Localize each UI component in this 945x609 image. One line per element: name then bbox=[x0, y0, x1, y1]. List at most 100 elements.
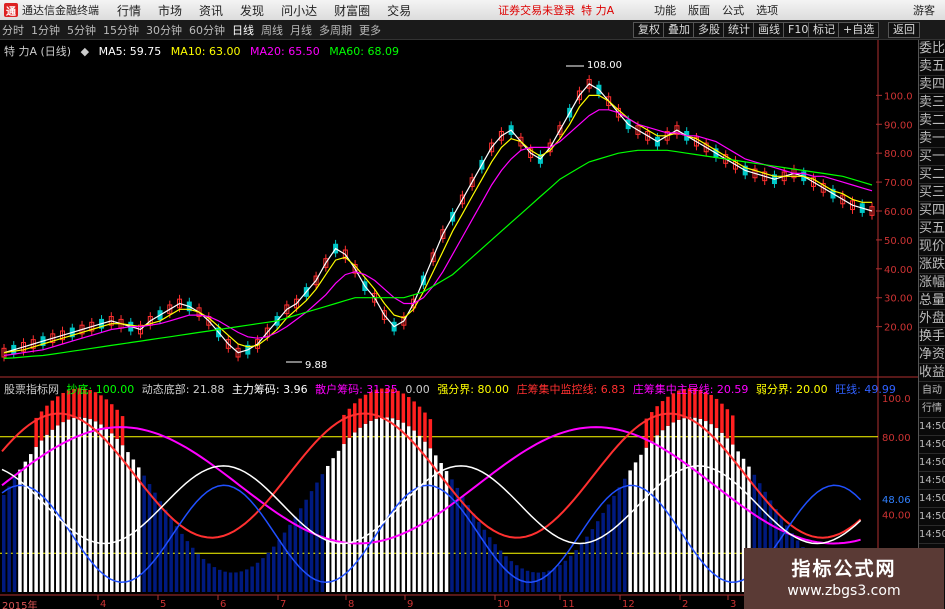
quote-field-label: 涨跌 bbox=[919, 257, 945, 274]
sub-side-label: 14:50 bbox=[919, 472, 945, 490]
chart-area[interactable]: 100.090.0080.0070.0060.0050.0040.0030.00… bbox=[0, 40, 918, 609]
indicator-bar bbox=[326, 465, 330, 592]
menu-options[interactable]: 选项 bbox=[756, 2, 778, 18]
menu-wealth[interactable]: 财富圈 bbox=[334, 2, 370, 19]
sub-side-label: 14:50 bbox=[919, 436, 945, 454]
indicator-name[interactable]: 股票指标网 bbox=[4, 383, 59, 396]
ma60-label: MA60: 68.09 bbox=[329, 45, 399, 58]
indicator-bar bbox=[590, 529, 595, 592]
period-60min[interactable]: 60分钟 bbox=[189, 22, 225, 38]
indicator-bar bbox=[39, 440, 44, 592]
indicator-bar bbox=[677, 419, 681, 592]
date-tick-label: 5 bbox=[160, 599, 166, 609]
date-tick-label: 3 bbox=[730, 599, 736, 609]
indicator-bar bbox=[245, 569, 249, 592]
quote-field-label: 买五 bbox=[919, 221, 945, 238]
menu-function[interactable]: 功能 bbox=[654, 2, 676, 18]
back-button[interactable]: 返回 bbox=[888, 22, 920, 38]
mark-button[interactable]: 标记 bbox=[808, 22, 840, 38]
period-15min[interactable]: 15分钟 bbox=[103, 22, 139, 38]
login-status[interactable]: 证券交易未登录 bbox=[498, 2, 575, 18]
indicator-bar bbox=[390, 418, 395, 592]
app-logo-icon: 通 bbox=[4, 3, 18, 18]
period-monthly[interactable]: 月线 bbox=[290, 22, 312, 38]
indicator-red-bar bbox=[428, 419, 433, 449]
indicator-bar bbox=[2, 495, 6, 592]
indicator-bar bbox=[552, 568, 557, 592]
stock-name: 特 力A bbox=[581, 4, 615, 17]
menu-formula[interactable]: 公式 bbox=[722, 2, 744, 18]
indicator-bar bbox=[671, 422, 676, 592]
indicator-bar bbox=[336, 450, 341, 592]
indicator-bar bbox=[99, 424, 103, 592]
indicator-bar bbox=[693, 417, 697, 592]
indicator-red-bar bbox=[720, 403, 724, 433]
indicator-bar bbox=[736, 451, 740, 592]
indicator-zero: 0.00 bbox=[405, 383, 430, 396]
quote-field-label: 卖三 bbox=[919, 95, 945, 112]
main-chart-legend: 特 力A (日线) ◆ MA5: 59.75 MA10: 63.00 MA20:… bbox=[4, 43, 405, 59]
indicator-bar bbox=[18, 469, 22, 592]
indicator-leading: 庄筹集中主导线: 20.59 bbox=[632, 383, 749, 396]
indicator-bar bbox=[201, 558, 206, 592]
price-tick-label: 40.00 bbox=[884, 265, 913, 276]
period-30min[interactable]: 30分钟 bbox=[146, 22, 182, 38]
indicator-red-bar bbox=[353, 403, 357, 433]
indicator-bar bbox=[158, 501, 163, 592]
indicator-bar bbox=[536, 572, 541, 592]
indicator-bar bbox=[185, 541, 190, 592]
menu-discover[interactable]: 发现 bbox=[240, 2, 264, 19]
draw-button[interactable]: 画线 bbox=[753, 22, 785, 38]
menu-market[interactable]: 市场 bbox=[158, 2, 182, 19]
period-1min[interactable]: 1分钟 bbox=[31, 22, 60, 38]
indicator-bar bbox=[493, 544, 497, 592]
period-weekly[interactable]: 周线 bbox=[261, 22, 283, 38]
stats-button[interactable]: 统计 bbox=[723, 22, 755, 38]
indicator-bar bbox=[180, 533, 184, 592]
menu-news[interactable]: 资讯 bbox=[199, 2, 223, 19]
indicator-bar bbox=[320, 474, 325, 592]
indicator-bar bbox=[288, 524, 292, 592]
period-multi[interactable]: 多周期 bbox=[319, 22, 352, 38]
sub-tick-label: 48.06 bbox=[882, 495, 911, 506]
adjust-button[interactable]: 复权 bbox=[633, 22, 665, 38]
quote-field-label: 委比 bbox=[919, 41, 945, 58]
date-tick-label: 4 bbox=[100, 599, 106, 609]
quote-field-label: 买二 bbox=[919, 167, 945, 184]
price-tick-label: 100.0 bbox=[884, 91, 913, 102]
quote-field-label: 涨幅 bbox=[919, 275, 945, 292]
menu-ask[interactable]: 问小达 bbox=[281, 2, 317, 19]
indicator-bar bbox=[228, 572, 233, 592]
period-5min[interactable]: 5分钟 bbox=[67, 22, 96, 38]
indicator-bar bbox=[191, 547, 195, 592]
menu-layout[interactable]: 版面 bbox=[688, 2, 710, 18]
ma10-label: MA10: 63.00 bbox=[170, 45, 241, 58]
overlay-button[interactable]: 叠加 bbox=[663, 22, 695, 38]
indicator-red-bar bbox=[655, 406, 659, 436]
year-label: 2015年 bbox=[2, 601, 38, 609]
indicator-bar bbox=[353, 432, 357, 592]
menu-quotes[interactable]: 行情 bbox=[117, 2, 141, 19]
user-label[interactable]: 游客 bbox=[913, 2, 935, 18]
quote-field-label: 买三 bbox=[919, 185, 945, 202]
indicator-red-bar bbox=[725, 409, 730, 439]
indicator-bar bbox=[488, 537, 492, 592]
indicator-bar bbox=[56, 425, 60, 592]
indicator-bar bbox=[88, 419, 92, 592]
indicator-red-bar bbox=[709, 394, 713, 425]
period-intraday[interactable]: 分时 bbox=[2, 22, 24, 38]
indicator-bar bbox=[444, 471, 449, 592]
sub-side-label: 14:50 bbox=[919, 490, 945, 508]
indicator-bar bbox=[29, 454, 33, 592]
period-daily[interactable]: 日线 bbox=[232, 22, 254, 38]
indicator-bar bbox=[120, 445, 125, 592]
multi-stock-button[interactable]: 多股 bbox=[693, 22, 725, 38]
quote-field-label: 卖四 bbox=[919, 77, 945, 94]
add-watchlist-button[interactable]: +自选 bbox=[838, 22, 880, 38]
period-more[interactable]: 更多 bbox=[359, 22, 381, 38]
indicator-bar bbox=[153, 492, 157, 592]
indicator-dynamic-bottom: 动态底部: 21.88 bbox=[141, 383, 225, 396]
menu-trade[interactable]: 交易 bbox=[387, 2, 411, 19]
indicator-bar bbox=[331, 458, 335, 592]
date-tick-label: 6 bbox=[220, 599, 226, 609]
